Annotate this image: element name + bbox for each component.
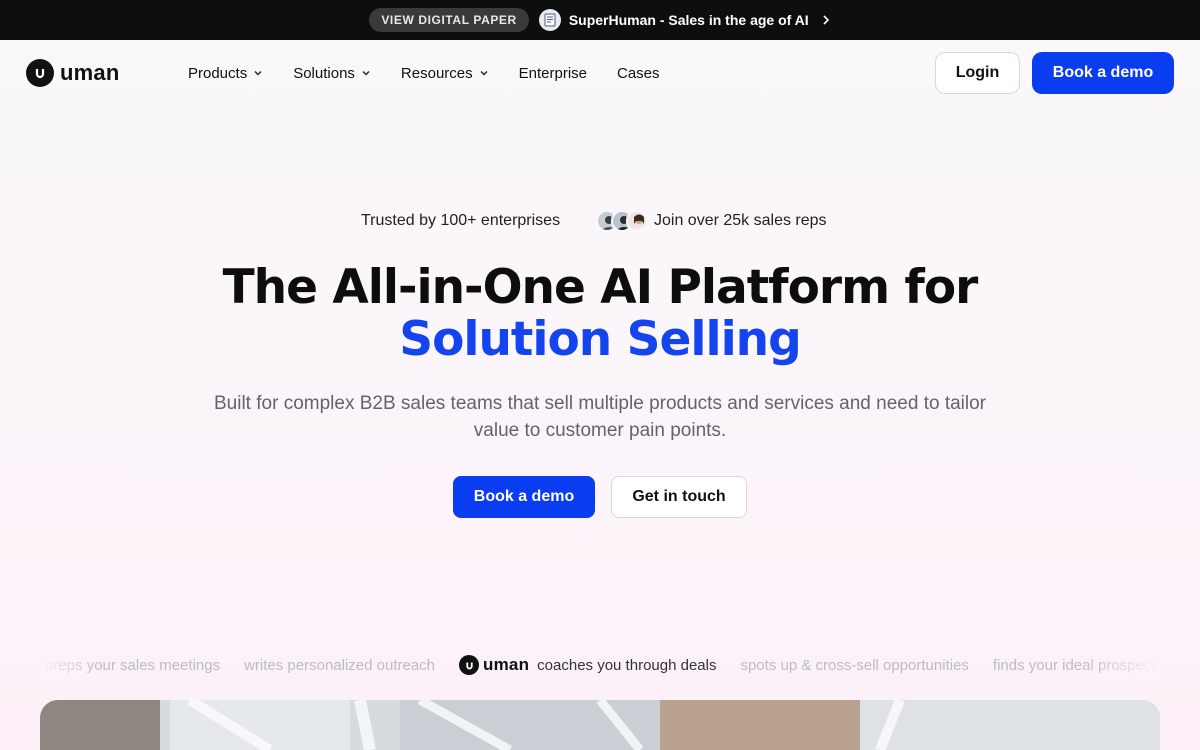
brand-name: uman xyxy=(60,60,120,85)
ticker-active-item: uman coaches you through deals xyxy=(459,655,716,675)
logo-mark-icon xyxy=(459,655,480,675)
ticker-active-text: coaches you through deals xyxy=(537,656,717,674)
chevron-right-icon[interactable] xyxy=(821,14,831,26)
chevron-down-icon xyxy=(361,69,371,77)
nav-item-cases[interactable]: Cases xyxy=(617,65,660,82)
hero-photo xyxy=(40,700,1160,750)
ticker-fade-left xyxy=(40,650,100,680)
get-in-touch-button[interactable]: Get in touch xyxy=(611,476,747,518)
avatar-group xyxy=(596,210,648,232)
headline-line-1: The All-in-One AI Platform for xyxy=(222,260,979,315)
nav-item-enterprise[interactable]: Enterprise xyxy=(519,65,587,82)
logo-mark-icon xyxy=(26,59,54,87)
nav-item-label: Enterprise xyxy=(518,64,587,82)
announcement-bar[interactable]: VIEW DIGITAL PAPER SuperHuman - Sales in… xyxy=(0,0,1200,40)
book-demo-hero-button[interactable]: Book a demo xyxy=(453,476,595,518)
avatar xyxy=(626,210,648,232)
nav-menu: Products Solutions Resources Enterprise … xyxy=(188,40,690,106)
main-nav: uman Products Solutions Resources Enterp… xyxy=(0,40,1200,106)
book-demo-nav-button[interactable]: Book a demo xyxy=(1032,52,1174,94)
nav-item-label: Products xyxy=(188,64,248,82)
nav-item-label: Resources xyxy=(400,64,473,82)
view-digital-paper-pill[interactable]: VIEW DIGITAL PAPER xyxy=(369,8,529,32)
nav-item-label: Solutions xyxy=(293,64,355,82)
hero-subtitle: Built for complex B2B sales teams that s… xyxy=(214,393,986,441)
announcement-text[interactable]: SuperHuman - Sales in the age of AI xyxy=(569,12,809,28)
chevron-down-icon xyxy=(479,69,489,77)
brand-logo[interactable]: uman xyxy=(26,59,119,87)
ticker-logo: uman xyxy=(459,655,529,675)
nav-item-products[interactable]: Products xyxy=(188,65,263,82)
nav-item-resources[interactable]: Resources xyxy=(401,65,489,82)
feature-ticker: preps your sales meetings writes persona… xyxy=(40,650,1160,680)
headline-line-2: Solution Selling xyxy=(399,312,802,367)
login-button[interactable]: Login xyxy=(935,52,1020,94)
document-icon xyxy=(538,9,561,31)
trust-row: Trusted by 100+ enterprises Join over 25… xyxy=(0,206,1200,236)
ticker-fade-right xyxy=(1080,650,1160,680)
hero-headline: The All-in-One AI Platform for Solution … xyxy=(0,262,1200,366)
trusted-by-text: Trusted by 100+ enterprises xyxy=(361,212,561,229)
join-reps-text: Join over 25k sales reps xyxy=(654,212,827,229)
ticker-brand-name: uman xyxy=(483,655,530,674)
nav-item-label: Cases xyxy=(617,64,660,82)
nav-item-solutions[interactable]: Solutions xyxy=(293,65,371,82)
ticker-item: spots up & cross-sell opportunities xyxy=(740,656,969,674)
chevron-down-icon xyxy=(253,69,263,77)
ticker-item: writes personalized outreach xyxy=(244,656,436,674)
